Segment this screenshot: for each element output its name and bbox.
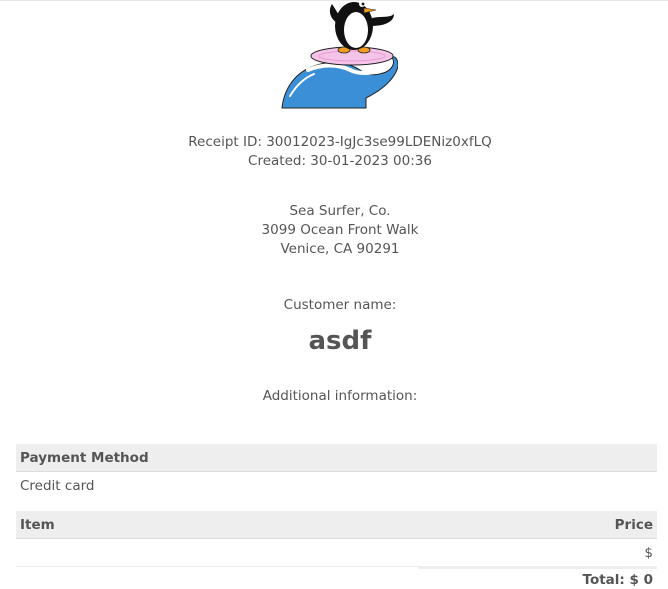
item-name	[16, 538, 324, 567]
payment-method-value: Credit card	[20, 478, 95, 494]
company-street: 3099 Ocean Front Walk	[261, 222, 419, 238]
item-column-header: Item	[16, 511, 324, 539]
payment-heading-row: Payment Method	[16, 444, 657, 472]
company-city: Venice, CA 90291	[280, 241, 400, 257]
customer-name: asdf	[308, 326, 372, 356]
total-divider	[418, 567, 657, 569]
additional-info-label: Additional information:	[262, 388, 418, 404]
item-price: $	[323, 538, 657, 567]
company-name: Sea Surfer, Co.	[289, 203, 391, 219]
items-heading-row: Item Price	[16, 511, 657, 539]
receipt-page: Receipt ID: 30012023-IgJc3se99LDENiz0xfL…	[0, 0, 668, 588]
receipt-created: Created: 30-01-2023 00:36	[248, 153, 432, 169]
total-amount: Total: $ 0	[582, 572, 653, 588]
table-row: $	[16, 538, 657, 567]
customer-name-label: Customer name:	[283, 297, 397, 313]
payment-details-row: Credit card	[16, 472, 657, 501]
items-table: Item Price $	[16, 511, 657, 567]
receipt-meta: Receipt ID: 30012023-IgJc3se99LDENiz0xfL…	[0, 133, 668, 171]
price-column-header: Price	[323, 511, 657, 539]
payment-method-header: Payment Method	[16, 444, 657, 472]
company-address: Sea Surfer, Co. 3099 Ocean Front Walk Ve…	[0, 202, 668, 259]
penguin-surfing-wave-logo	[281, 1, 398, 109]
receipt-id: Receipt ID: 30012023-IgJc3se99LDENiz0xfL…	[188, 134, 492, 150]
payment-method-table: Payment Method Credit card	[16, 444, 657, 500]
